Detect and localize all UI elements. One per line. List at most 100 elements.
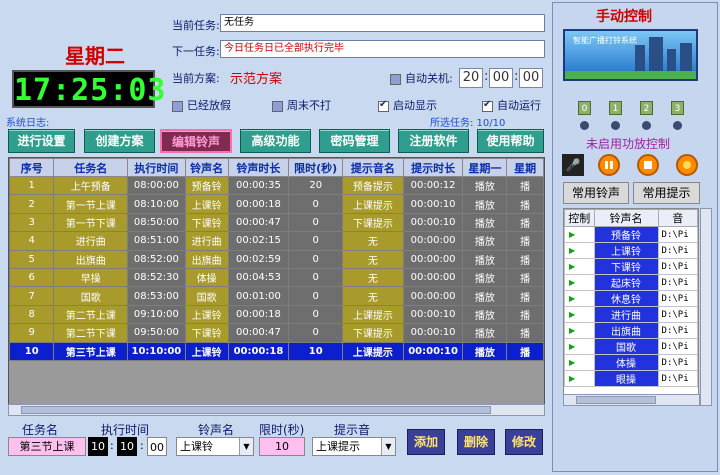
ringtone-row[interactable]: ▶ 出旗曲 D:\Pi bbox=[564, 322, 698, 339]
ringtone-list[interactable]: 控制 铃声名 音 ▶ 预备铃 D:\Pi ▶ 上课铃 D:\Pi ▶ 下课铃 D:\Pi ▶ 起床铃… bbox=[563, 208, 699, 406]
autorun-option[interactable]: 自动运行 bbox=[482, 97, 541, 113]
register-button[interactable]: 注册软件 bbox=[398, 129, 469, 153]
col-header[interactable]: 提示时长 bbox=[402, 158, 464, 177]
play-icon[interactable]: ▶ bbox=[564, 290, 595, 307]
help-button[interactable]: 使用帮助 bbox=[477, 129, 544, 153]
ringtone-row[interactable]: ▶ 休息铃 D:\Pi bbox=[564, 290, 698, 307]
col-header[interactable]: 铃声名 bbox=[593, 209, 659, 227]
ringtone-list-vertical-scrollbar[interactable] bbox=[700, 208, 712, 406]
advanced-button[interactable]: 高级功能 bbox=[240, 129, 311, 153]
auto-shutdown-option[interactable]: 自动关机: bbox=[390, 70, 453, 86]
table-cell: 5 bbox=[9, 249, 55, 269]
holiday-checkbox[interactable] bbox=[172, 100, 183, 112]
play-icon[interactable]: ▶ bbox=[564, 258, 595, 275]
autorun-checkbox[interactable] bbox=[482, 99, 493, 112]
ringtone-row[interactable]: ▶ 体操 D:\Pi bbox=[564, 354, 698, 371]
weekend-option[interactable]: 周末不打 bbox=[272, 97, 331, 113]
play-icon[interactable]: ▶ bbox=[564, 354, 595, 371]
shutdown-hour-field[interactable]: 20 bbox=[459, 68, 483, 88]
edit-ringtone-button[interactable]: 编辑铃声 bbox=[160, 129, 232, 153]
table-row[interactable]: 7 国歌 08:53:00 国歌 00:01:00 0 无 00:00:00 播放播 bbox=[9, 286, 544, 306]
table-cell: 国歌 bbox=[184, 286, 229, 306]
play-icon[interactable]: ▶ bbox=[564, 306, 595, 323]
play-icon[interactable]: ▶ bbox=[564, 322, 595, 339]
auto-shutdown-checkbox[interactable] bbox=[390, 73, 401, 85]
task-name-input[interactable]: 第三节上课 bbox=[8, 437, 86, 456]
exec-minute-input[interactable]: 10 bbox=[117, 437, 137, 456]
ringtone-row[interactable]: ▶ 国歌 D:\Pi bbox=[564, 338, 698, 355]
table-row[interactable]: 1 上午预备 08:00:00 预备铃 00:00:35 20 预备提示 00:00:12 播放… bbox=[9, 175, 544, 196]
ringtone-row[interactable]: ▶ 眼操 D:\Pi bbox=[564, 370, 698, 387]
limit-input[interactable]: 10 bbox=[259, 437, 305, 456]
microphone-icon[interactable]: 🎤 bbox=[562, 154, 584, 176]
ringtone-select[interactable]: 上课铃 ▼ bbox=[176, 437, 254, 456]
settings-button[interactable]: 进行设置 bbox=[8, 129, 75, 153]
play-icon[interactable]: ▶ bbox=[564, 226, 595, 243]
col-header[interactable]: 限时(秒) bbox=[288, 158, 344, 177]
exec-second-input[interactable]: 00 bbox=[147, 437, 167, 456]
ringtone-row[interactable]: ▶ 上课铃 D:\Pi bbox=[564, 242, 698, 259]
ringtone-row[interactable]: ▶ 起床铃 D:\Pi bbox=[564, 274, 698, 291]
ringtone-row[interactable]: ▶ 进行曲 D:\Pi bbox=[564, 306, 698, 323]
schedule-table[interactable]: 序号 任务名 执行时间 铃声名 铃声时长 限时(秒) 提示音名 提示时长 星期一… bbox=[8, 157, 545, 407]
exec-hour-input[interactable]: 10 bbox=[88, 437, 108, 456]
table-cell: 08:00:00 bbox=[126, 175, 186, 196]
col-header[interactable]: 控制 bbox=[564, 209, 595, 227]
record-icon[interactable] bbox=[676, 154, 698, 176]
chevron-down-icon[interactable]: ▼ bbox=[381, 438, 395, 455]
play-icon[interactable]: ▶ bbox=[564, 338, 595, 355]
table-cell: 00:00:18 bbox=[227, 194, 290, 214]
play-icon[interactable]: ▶ bbox=[564, 242, 595, 259]
common-prompts-button[interactable]: 常用提示 bbox=[633, 182, 700, 204]
channel-button-3[interactable]: 3 bbox=[671, 101, 684, 115]
play-icon[interactable]: ▶ bbox=[564, 370, 595, 387]
channel-button-1[interactable]: 1 bbox=[609, 101, 622, 115]
ringtone-row[interactable]: ▶ 下课铃 D:\Pi bbox=[564, 258, 698, 275]
table-cell: 00:00:35 bbox=[227, 175, 290, 196]
col-header[interactable]: 铃声名 bbox=[184, 158, 229, 177]
password-button[interactable]: 密码管理 bbox=[319, 129, 390, 153]
table-row[interactable]: 4 进行曲 08:51:00 进行曲 00:02:15 0 无 00:00:00 播放播 bbox=[9, 231, 544, 251]
table-row[interactable]: 5 出旗曲 08:52:00 出旗曲 00:02:59 0 无 00:00:00 播放播 bbox=[9, 249, 544, 269]
table-horizontal-scrollbar[interactable] bbox=[8, 404, 545, 416]
scrollbar-thumb[interactable] bbox=[21, 406, 491, 414]
table-cell: 08:10:00 bbox=[126, 194, 186, 214]
weekend-checkbox[interactable] bbox=[272, 100, 283, 112]
table-row[interactable]: 2 第一节上课 08:10:00 上课铃 00:00:18 0 上课提示 00:00:10 播放… bbox=[9, 194, 544, 214]
shutdown-second-field[interactable]: 00 bbox=[519, 68, 543, 88]
table-row[interactable]: 3 第一节下课 08:50:00 下课铃 00:00:47 0 下课提示 00:00:10 播放… bbox=[9, 212, 544, 233]
col-header[interactable]: 序号 bbox=[9, 158, 55, 177]
channel-button-0[interactable]: 0 bbox=[578, 101, 591, 115]
startup-checkbox[interactable] bbox=[378, 99, 389, 112]
ringtone-row[interactable]: ▶ 预备铃 D:\Pi bbox=[564, 226, 698, 243]
prompt-select[interactable]: 上课提示 ▼ bbox=[312, 437, 396, 456]
table-row[interactable]: 10 第三节上课 10:10:00 上课铃 00:00:18 10 上课提示 00:00:10… bbox=[9, 341, 544, 361]
delete-button[interactable]: 删除 bbox=[457, 429, 495, 455]
pause-icon[interactable] bbox=[598, 154, 620, 176]
table-row[interactable]: 6 早操 08:52:30 体操 00:04:53 0 无 00:00:00 播放播 bbox=[9, 267, 544, 288]
shutdown-minute-field[interactable]: 00 bbox=[489, 68, 513, 88]
create-plan-button[interactable]: 创建方案 bbox=[84, 129, 155, 153]
table-row[interactable]: 8 第二节上课 09:10:00 上课铃 00:00:18 0 上课提示 00:00:10 播放… bbox=[9, 304, 544, 325]
stop-icon[interactable] bbox=[637, 154, 659, 176]
banner-ground bbox=[565, 71, 696, 79]
common-rings-button[interactable]: 常用铃声 bbox=[563, 182, 629, 204]
add-button[interactable]: 添加 bbox=[407, 429, 445, 455]
play-icon[interactable]: ▶ bbox=[564, 274, 595, 291]
col-header[interactable]: 任务名 bbox=[53, 158, 128, 177]
channel-button-2[interactable]: 2 bbox=[640, 101, 653, 115]
modify-button[interactable]: 修改 bbox=[505, 429, 543, 455]
col-header[interactable]: 执行时间 bbox=[126, 158, 186, 177]
col-header[interactable]: 星期 bbox=[506, 158, 544, 177]
chevron-down-icon[interactable]: ▼ bbox=[239, 438, 253, 455]
col-header[interactable]: 提示音名 bbox=[342, 158, 404, 177]
col-header[interactable]: 星期一 bbox=[462, 158, 508, 177]
scrollbar-thumb[interactable] bbox=[576, 396, 656, 404]
ringtone-list-horizontal-scrollbar[interactable] bbox=[563, 394, 700, 406]
holiday-option[interactable]: 已经放假 bbox=[172, 97, 231, 113]
startup-option[interactable]: 启动显示 bbox=[378, 97, 437, 113]
table-cell: 00:04:53 bbox=[227, 267, 290, 288]
col-header[interactable]: 音 bbox=[657, 209, 698, 227]
table-row[interactable]: 9 第二节下课 09:50:00 下课铃 00:00:47 0 下课提示 00:00:10 播放… bbox=[9, 323, 544, 343]
col-header[interactable]: 铃声时长 bbox=[227, 158, 290, 177]
